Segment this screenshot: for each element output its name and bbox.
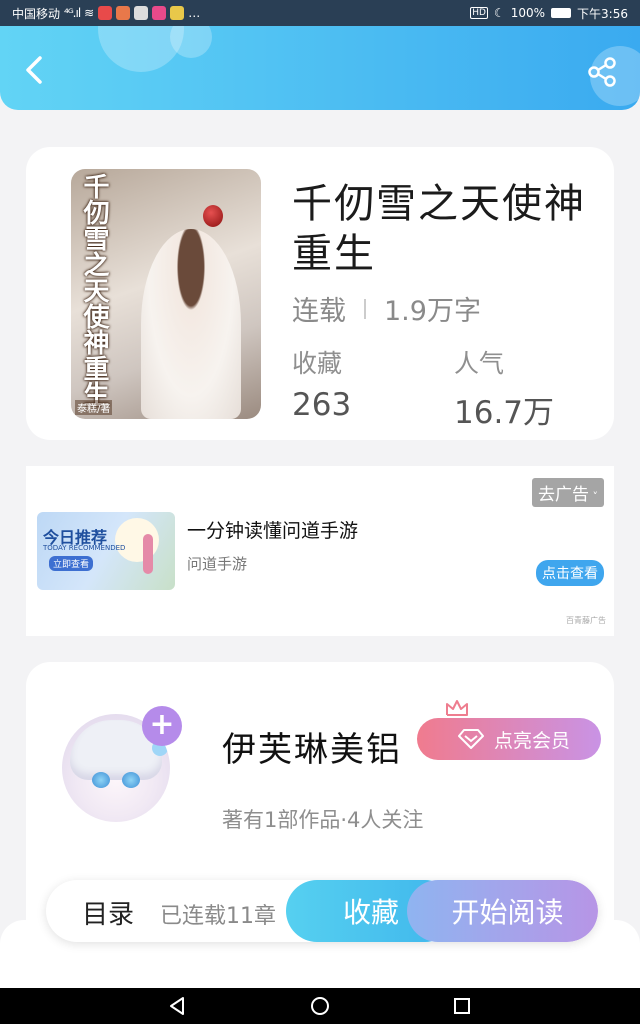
book-meta: 连载 1.9万字: [292, 289, 481, 328]
avatar-eye-art: [92, 772, 110, 788]
app-notification-icon: [134, 6, 149, 20]
hd-icon: HD: [470, 7, 488, 19]
ad-subtitle: 问道手游: [187, 555, 248, 573]
app-notification-icon: [116, 6, 131, 20]
app-notification-icon: [98, 6, 113, 20]
ad-banner[interactable]: 去广告 ˅ 今日推荐 TODAY RECOMMENDED 立即查看 一分钟读懂问…: [26, 466, 614, 636]
moon-icon: ☾: [493, 6, 505, 20]
nav-recents-icon[interactable]: [451, 995, 473, 1017]
wifi-icon: ≋: [84, 6, 95, 20]
ad-character-art: [143, 534, 153, 574]
popularity-value: 16.7万: [454, 395, 555, 431]
vip-button[interactable]: 点亮会员: [417, 718, 601, 760]
cover-title: 千仞雪之天使神重生: [79, 173, 109, 407]
crown-icon: [446, 700, 468, 716]
back-button[interactable]: [18, 54, 50, 86]
ad-cta-button[interactable]: 点击查看: [536, 560, 604, 586]
ad-thumbnail[interactable]: 今日推荐 TODAY RECOMMENDED 立即查看: [37, 512, 175, 590]
ad-source-label: 百青藤广告: [566, 616, 606, 625]
serial-status: 连载: [292, 296, 346, 327]
chevron-down-icon: ˅: [589, 490, 598, 503]
start-reading-label: 开始阅读: [451, 896, 564, 929]
book-info-card: 千仞雪之天使神重生 泰糕/著 千仞雪之天使神重生 连载 1.9万字 收藏 263…: [26, 147, 614, 440]
favorites-value: 263: [292, 387, 352, 423]
battery-icon: [551, 8, 572, 18]
carrier-label: 中国移动: [12, 6, 61, 21]
top-header: [0, 26, 640, 110]
toc-button[interactable]: 目录: [82, 894, 134, 931]
diamond-icon: [457, 729, 484, 749]
plus-icon: +: [149, 707, 175, 742]
clock: 下午3:56: [577, 6, 628, 21]
author-stats: 著有1部作品·4人关注: [222, 808, 424, 832]
ad-thumb-button: 立即查看: [49, 556, 94, 571]
favorites-label: 收藏: [292, 349, 343, 378]
status-bar: 中国移动 ⁴ᴳ.ıl ≋ … HD ☾ 100% 下午3:56: [0, 0, 640, 26]
start-reading-button[interactable]: 开始阅读: [407, 880, 598, 942]
cover-character-art: [141, 229, 241, 419]
nav-back-icon[interactable]: [167, 995, 189, 1017]
divider: [364, 298, 366, 319]
follow-plus-button[interactable]: +: [142, 706, 182, 746]
nav-home-icon[interactable]: [309, 995, 331, 1017]
system-nav-bar: [0, 988, 640, 1024]
app-notification-icon: [152, 6, 167, 20]
vip-button-label: 点亮会员: [493, 729, 570, 752]
more-notifications-icon: …: [188, 6, 201, 20]
collect-button-label: 收藏: [342, 896, 399, 929]
share-button[interactable]: [586, 56, 618, 88]
remove-ad-button[interactable]: 去广告 ˅: [532, 478, 604, 507]
popularity-label: 人气: [454, 349, 505, 378]
cover-author: 泰糕/著: [75, 400, 113, 415]
ad-title[interactable]: 一分钟读懂问道手游: [187, 516, 358, 543]
cover-apple-art: [203, 205, 223, 227]
ad-thumb-subtitle: TODAY RECOMMENDED: [43, 544, 126, 552]
author-name[interactable]: 伊芙琳美铝: [222, 722, 402, 771]
app-notification-icon: [170, 6, 185, 20]
book-cover[interactable]: 千仞雪之天使神重生 泰糕/著: [71, 169, 261, 419]
battery-percent: 100%: [510, 6, 546, 20]
signal-icon: ⁴ᴳ.ıl: [64, 6, 81, 20]
book-title: 千仞雪之天使神重生: [292, 181, 586, 277]
avatar-eye-art: [122, 772, 140, 788]
word-count: 1.9万字: [384, 296, 481, 327]
remove-ad-label: 去广告: [538, 485, 589, 505]
chapter-count[interactable]: 已连载11章: [160, 898, 276, 930]
chevron-left-icon: [26, 56, 42, 84]
share-icon: [588, 57, 616, 87]
bottom-action-bar: 目录 已连载11章 收藏 开始阅读: [46, 880, 598, 942]
